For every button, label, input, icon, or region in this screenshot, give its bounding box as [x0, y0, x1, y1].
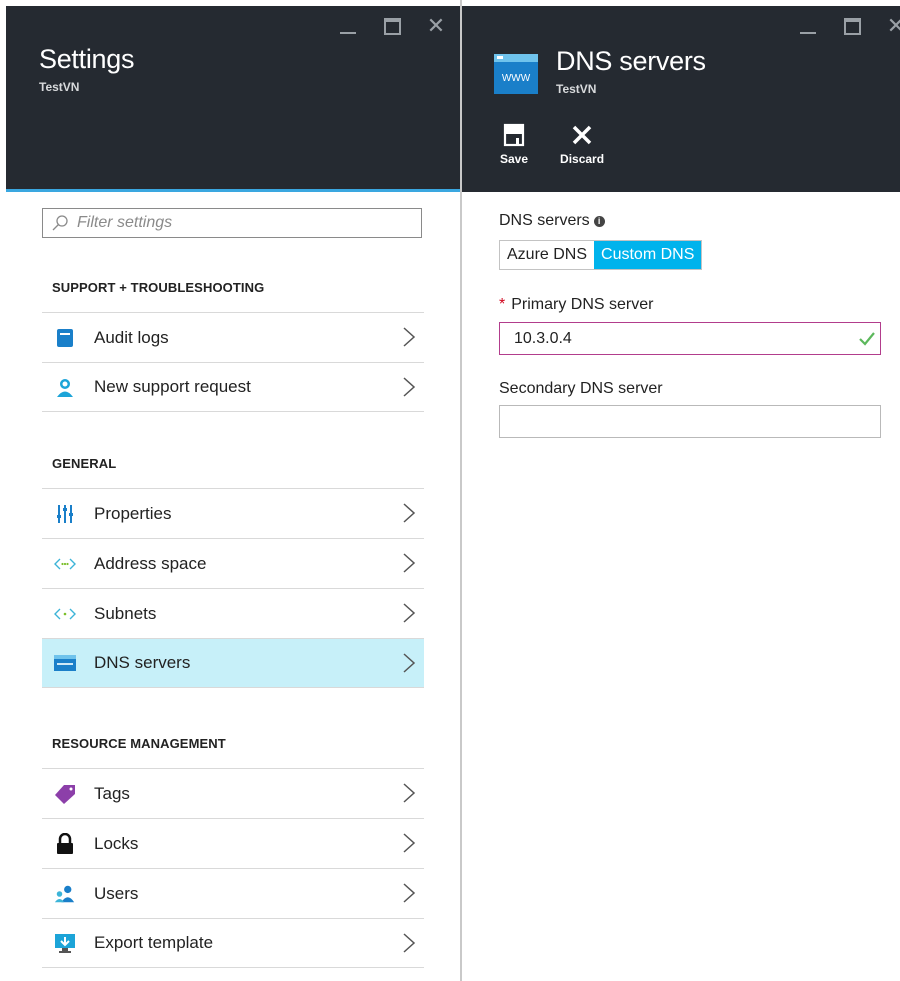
tag-icon — [54, 783, 76, 805]
chevron-right-icon — [403, 503, 416, 523]
www-globe-icon: WWW — [494, 54, 538, 94]
menu-item-label: Users — [94, 883, 139, 903]
menu-item-label: Tags — [94, 783, 130, 803]
menu-item-label: Locks — [94, 833, 139, 853]
page-title: Settings — [39, 44, 135, 74]
properties-sliders-icon — [54, 503, 76, 525]
settings-blade: ✕ Settings TestVN SUPPORT + TROUBLESHOOT… — [6, 0, 460, 981]
menu-item-dns-servers[interactable]: DNS servers — [42, 638, 424, 688]
settings-header: ✕ Settings TestVN — [6, 6, 460, 192]
secondary-dns-field[interactable] — [499, 405, 881, 438]
menu-item-label: Address space — [94, 553, 207, 573]
menu-item-label: DNS servers — [94, 653, 191, 672]
secondary-dns-label: Secondary DNS server — [499, 380, 663, 397]
primary-dns-label-text: Primary DNS server — [511, 296, 654, 313]
menu-item-label: Export template — [94, 933, 214, 952]
menu-item-locks[interactable]: Locks — [42, 818, 424, 868]
menu-item-export-template[interactable]: Export template — [42, 918, 424, 968]
section-heading-support: SUPPORT + TROUBLESHOOTING — [52, 280, 265, 295]
menu-item-users[interactable]: Users — [42, 868, 424, 918]
lock-icon — [54, 832, 76, 855]
audit-log-icon — [54, 327, 76, 349]
filter-settings-input[interactable] — [75, 213, 399, 233]
valid-check-icon — [859, 332, 875, 346]
chevron-right-icon — [403, 553, 416, 573]
minimize-icon[interactable] — [338, 16, 358, 36]
menu-item-address-space[interactable]: Address space — [42, 538, 424, 588]
maximize-icon[interactable] — [382, 16, 402, 36]
custom-dns-option[interactable]: Custom DNS — [594, 241, 702, 269]
minimize-icon[interactable] — [798, 16, 818, 36]
search-icon — [52, 215, 68, 231]
chevron-right-icon — [403, 833, 416, 853]
chevron-right-icon — [403, 603, 416, 623]
section-heading-resource-management: RESOURCE MANAGEMENT — [52, 736, 226, 751]
menu-item-label: Audit logs — [94, 327, 169, 347]
export-template-icon — [54, 932, 76, 954]
discard-button[interactable]: Discard — [560, 122, 604, 166]
primary-dns-label: * Primary DNS server — [499, 296, 653, 314]
primary-dns-input[interactable] — [512, 328, 846, 349]
resource-menu-list: Tags Locks Users Export template — [42, 768, 424, 968]
page-title: DNS servers — [556, 46, 706, 76]
chevron-right-icon — [403, 653, 416, 673]
close-icon[interactable]: ✕ — [886, 15, 900, 37]
info-icon[interactable]: i — [593, 216, 605, 227]
menu-item-label: Subnets — [94, 603, 157, 623]
required-star: * — [499, 296, 506, 313]
settings-window-controls: ✕ — [338, 15, 446, 37]
chevron-right-icon — [403, 933, 416, 953]
menu-item-new-support-request[interactable]: New support request — [42, 362, 424, 412]
chevron-right-icon — [403, 783, 416, 803]
support-menu-list: Audit logs New support request — [42, 312, 424, 412]
dns-servers-header: ✕ WWW DNS servers TestVN Save Discard — [462, 6, 900, 192]
secondary-dns-input[interactable] — [512, 411, 846, 432]
dns-servers-label-text: DNS servers — [499, 212, 590, 229]
menu-item-audit-logs[interactable]: Audit logs — [42, 312, 424, 362]
primary-dns-field[interactable] — [499, 322, 881, 355]
dns-servers-blade: ✕ WWW DNS servers TestVN Save Discard DN… — [462, 0, 900, 981]
menu-item-label: Properties — [94, 503, 172, 523]
section-heading-general: GENERAL — [52, 456, 117, 471]
save-icon — [501, 122, 527, 148]
discard-x-icon — [569, 122, 595, 148]
azure-dns-option[interactable]: Azure DNS — [500, 241, 595, 269]
command-bar: Save Discard — [500, 122, 604, 166]
general-menu-list: Properties Address space Subnets DNS ser… — [42, 488, 424, 688]
menu-item-label: New support request — [94, 377, 251, 396]
save-label: Save — [500, 152, 529, 166]
filter-settings-field[interactable] — [42, 208, 422, 238]
users-icon — [54, 883, 76, 905]
chevron-right-icon — [403, 377, 416, 397]
menu-item-properties[interactable]: Properties — [42, 488, 424, 538]
menu-item-tags[interactable]: Tags — [42, 768, 424, 818]
chevron-right-icon — [403, 327, 416, 347]
page-subtitle: TestVN — [556, 82, 597, 96]
discard-label: Discard — [560, 152, 605, 166]
page-subtitle: TestVN — [39, 80, 80, 94]
subnets-icon — [54, 603, 76, 625]
www-icon-text: WWW — [502, 73, 531, 84]
menu-item-subnets[interactable]: Subnets — [42, 588, 424, 638]
address-space-icon — [54, 553, 76, 575]
dns-server-icon — [54, 652, 76, 674]
dns-type-toggle: Azure DNS Custom DNS — [499, 240, 703, 270]
maximize-icon[interactable] — [842, 16, 862, 36]
save-button[interactable]: Save — [500, 122, 528, 166]
close-icon[interactable]: ✕ — [426, 15, 446, 37]
dns-servers-label: DNS servers i — [499, 212, 605, 230]
support-person-icon — [54, 376, 76, 398]
dns-window-controls: ✕ — [798, 15, 900, 37]
chevron-right-icon — [403, 883, 416, 903]
